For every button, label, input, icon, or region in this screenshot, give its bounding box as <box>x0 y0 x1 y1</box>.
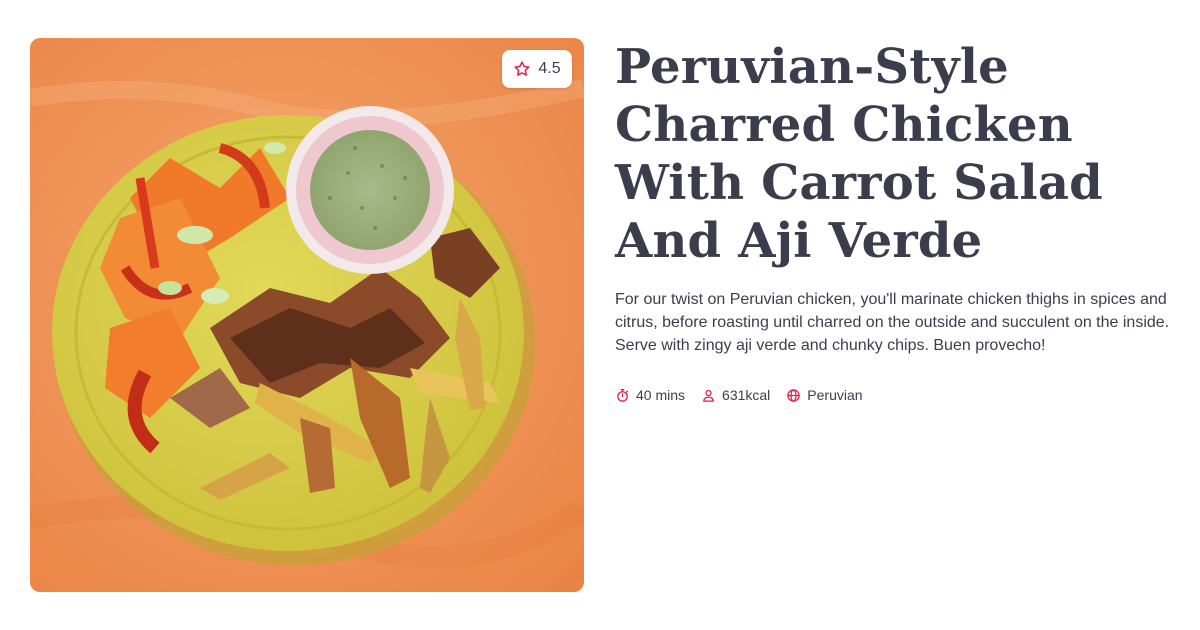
star-outline-icon <box>514 61 530 76</box>
meta-cuisine: Peruvian <box>786 387 863 403</box>
recipe-meta: 40 mins 631kcal Peruvian <box>615 387 1175 403</box>
time-label: 40 mins <box>636 387 686 403</box>
recipe-details: Peruvian-Style Charred Chicken With Carr… <box>615 38 1175 403</box>
recipe-image: 4.5 <box>30 38 584 592</box>
stopwatch-icon <box>617 388 629 402</box>
globe-icon <box>787 388 801 402</box>
person-icon <box>703 389 714 402</box>
recipe-title: Peruvian-Style Charred Chicken With Carr… <box>615 39 1103 269</box>
rating-value: 4.5 <box>538 60 561 77</box>
meta-time: 40 mins <box>615 387 685 403</box>
meta-calories: 631kcal <box>701 387 770 403</box>
recipe-description: For our twist on Peruvian chicken, you'l… <box>615 291 1170 354</box>
calories-label: 631kcal <box>722 387 771 403</box>
rating-badge: 4.5 <box>502 50 572 88</box>
cuisine-label: Peruvian <box>807 387 863 403</box>
